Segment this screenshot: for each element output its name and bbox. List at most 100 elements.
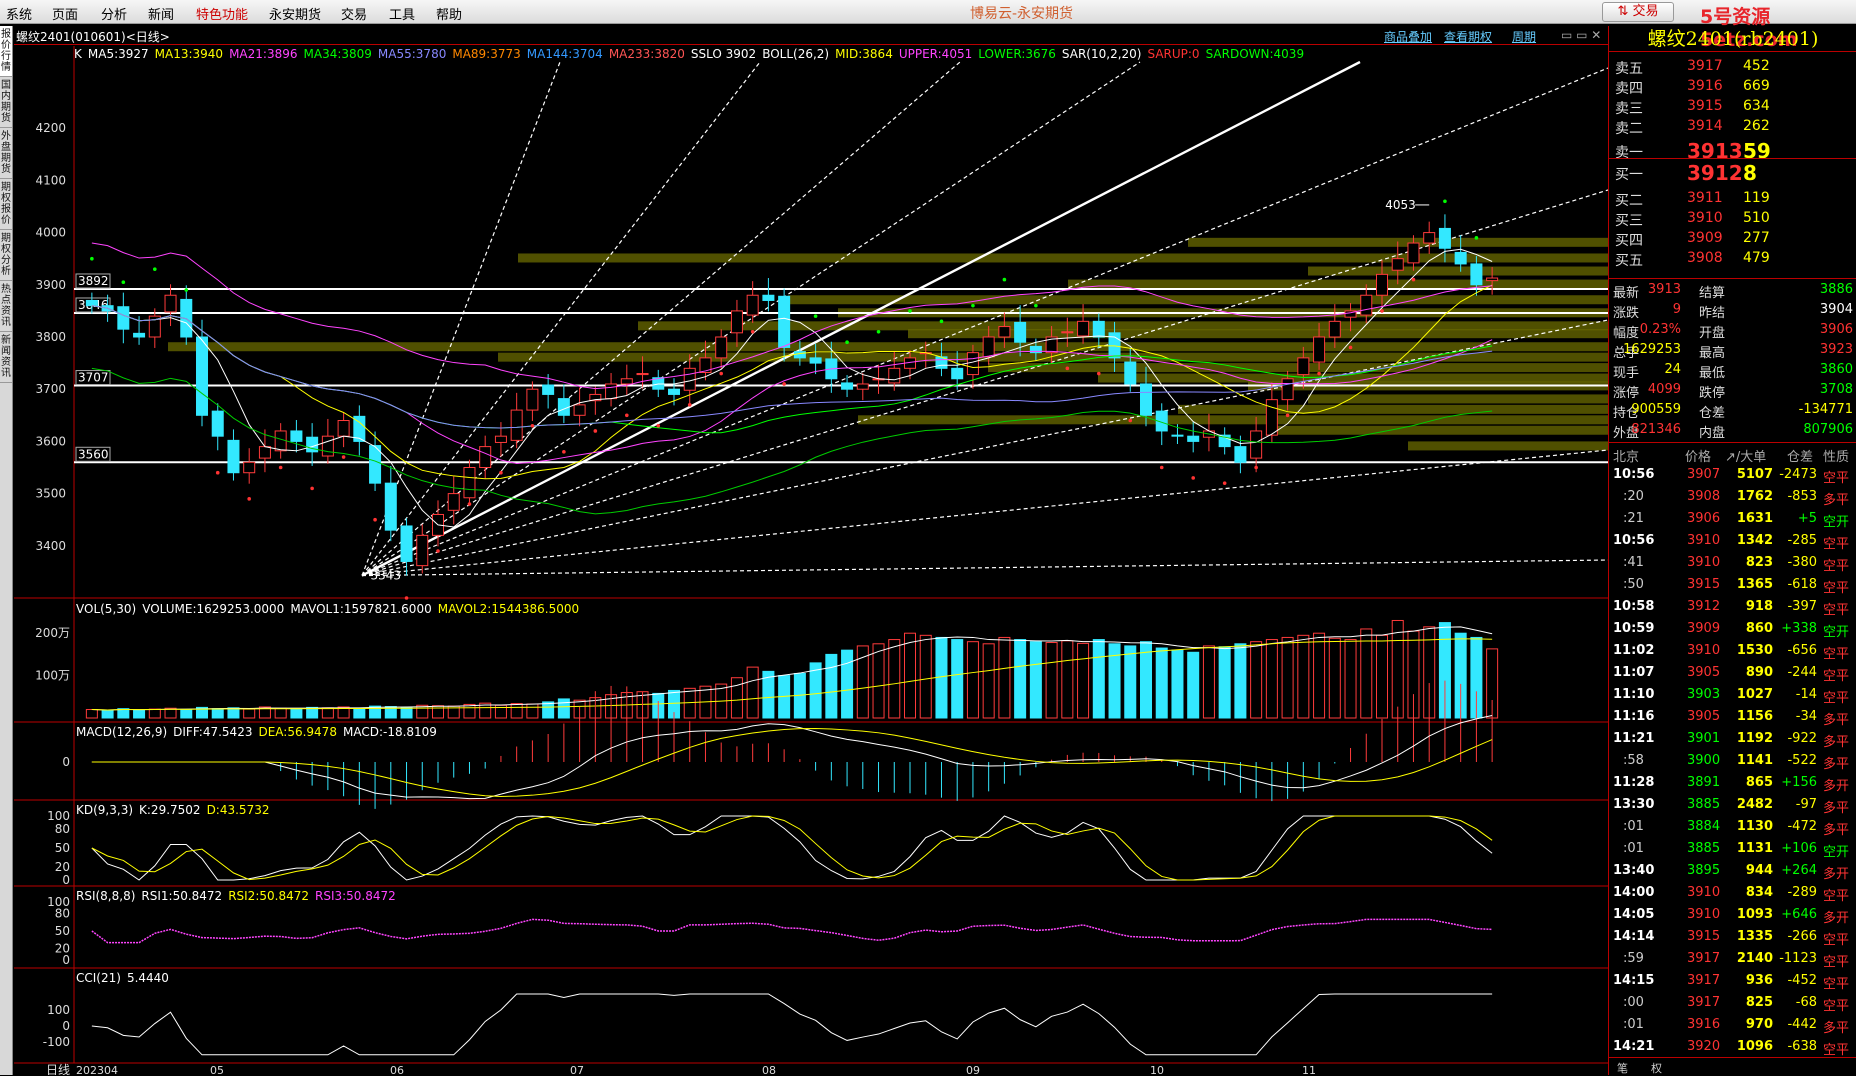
volume-bar bbox=[542, 701, 555, 719]
sar-dot bbox=[1159, 465, 1164, 470]
tick-nature: 空平 bbox=[1823, 603, 1850, 618]
tick-row: 13:40 3895 944 +264 多开 bbox=[1609, 860, 1856, 882]
tick-row: 10:59 3909 860 +338 空开 bbox=[1609, 618, 1856, 640]
ask-price: 3913 bbox=[1687, 139, 1743, 163]
volume-bar bbox=[1092, 639, 1105, 719]
candle-body bbox=[998, 326, 1011, 338]
high-label: 4053 bbox=[1385, 198, 1416, 212]
volume-profile-bar bbox=[1268, 425, 1608, 435]
trade-button-label: 交易 bbox=[1632, 4, 1659, 19]
tick-nature: 空平 bbox=[1823, 537, 1850, 552]
candle-body bbox=[369, 445, 382, 484]
bid-label: 买二 bbox=[1615, 193, 1643, 209]
tick-volume: 936 bbox=[1745, 973, 1773, 988]
tick-oi-change: +338 bbox=[1781, 621, 1817, 636]
fan-line bbox=[361, 60, 1361, 577]
sar-dot bbox=[90, 256, 94, 261]
stat-label: 跌停 bbox=[1699, 386, 1726, 401]
tick-row: 14:05 3910 1093 +646 多开 bbox=[1609, 904, 1856, 926]
tick-time: :21 bbox=[1623, 511, 1644, 526]
ask-row: 卖四 3916 669 bbox=[1609, 76, 1856, 97]
volume-bar bbox=[1218, 646, 1231, 719]
tick-volume: 823 bbox=[1745, 555, 1773, 570]
volume-bar bbox=[321, 707, 334, 719]
price-tick: 4100 bbox=[35, 173, 66, 187]
tab-ticks[interactable]: 笔 bbox=[1617, 1060, 1628, 1076]
volume-bar bbox=[243, 708, 256, 719]
tick-header-cell: 价格 bbox=[1685, 450, 1712, 465]
trade-icon: ⇅ bbox=[1617, 4, 1629, 19]
volume-bar bbox=[1124, 645, 1137, 719]
volume-bar bbox=[872, 643, 885, 719]
sar-dot bbox=[404, 596, 409, 600]
candle-body bbox=[479, 446, 492, 468]
candle-body bbox=[290, 430, 303, 442]
volume-bar bbox=[1171, 649, 1184, 719]
volume-bar bbox=[133, 709, 146, 719]
volume-bar bbox=[1234, 643, 1247, 719]
trade-button[interactable]: ⇅ 交易 bbox=[1602, 2, 1674, 22]
tick-oi-change: -2473 bbox=[1779, 467, 1817, 482]
tick-time: 14:14 bbox=[1613, 929, 1655, 944]
fan-line bbox=[361, 449, 1608, 577]
candle-body bbox=[778, 295, 791, 348]
tick-row: 10:56 3907 5107 -2473 空平 bbox=[1609, 464, 1856, 486]
ask-label: 卖一 bbox=[1615, 145, 1643, 161]
bid-label: 买三 bbox=[1615, 213, 1643, 229]
tab-rights[interactable]: 权 bbox=[1651, 1060, 1662, 1076]
sar-dot bbox=[153, 267, 157, 271]
kline-chart[interactable]: 4200 4100 4000 3900 3800 3700 3600 3500 3400 3892… bbox=[0, 0, 1608, 1075]
sar-dot bbox=[436, 549, 440, 553]
tick-oi-change: -285 bbox=[1787, 533, 1817, 548]
volume-bar bbox=[353, 707, 366, 719]
tick-nature: 多平 bbox=[1823, 713, 1850, 728]
candle-body bbox=[636, 373, 649, 376]
kd-tick: 80 bbox=[55, 822, 70, 836]
tick-time: :59 bbox=[1623, 951, 1644, 966]
tick-oi-change: -472 bbox=[1787, 819, 1817, 834]
candle-body bbox=[557, 398, 570, 416]
sar-dot bbox=[750, 329, 755, 334]
kd-tick: 50 bbox=[55, 841, 70, 855]
date-axis-label: 日线 bbox=[46, 1063, 70, 1075]
macd-diff-line bbox=[91, 714, 1493, 800]
sar-dot bbox=[656, 423, 661, 428]
candle-body bbox=[85, 299, 98, 307]
sar-dot bbox=[310, 486, 314, 491]
tick-time: 14:15 bbox=[1613, 973, 1655, 988]
candle-body bbox=[510, 409, 523, 441]
quote-title: 螺纹2401(rb2401) bbox=[1609, 26, 1856, 52]
sar-dot bbox=[908, 309, 912, 313]
sar-dot bbox=[1128, 418, 1133, 423]
volume-profile-bar bbox=[908, 329, 1608, 339]
volume-bar bbox=[85, 709, 98, 719]
tick-time: :00 bbox=[1623, 995, 1644, 1010]
tick-row: 13:30 3885 2482 -97 多平 bbox=[1609, 794, 1856, 816]
candle-body bbox=[1375, 273, 1389, 296]
tick-price: 3917 bbox=[1687, 973, 1721, 988]
stat-row: 最新 3913 结算 3886 bbox=[1609, 280, 1856, 301]
tick-time: :01 bbox=[1623, 841, 1644, 856]
price-tick: 3800 bbox=[35, 330, 66, 344]
candle-body bbox=[1313, 336, 1326, 363]
tick-volume: 1762 bbox=[1736, 489, 1773, 504]
tick-oi-change: -1123 bbox=[1779, 951, 1817, 966]
tick-time: :20 bbox=[1623, 489, 1644, 504]
volume-bar bbox=[1061, 640, 1074, 719]
sar-dot bbox=[845, 340, 849, 345]
volume-bar bbox=[1344, 639, 1357, 719]
tick-time: 11:10 bbox=[1613, 687, 1655, 702]
candle-body bbox=[227, 439, 240, 474]
ask-row: 卖一 3913 59 bbox=[1609, 139, 1856, 163]
sar-dot bbox=[278, 465, 283, 470]
stat-value: 3860 bbox=[1819, 362, 1853, 377]
volume-bar bbox=[1281, 636, 1294, 719]
tick-time: 11:07 bbox=[1613, 665, 1655, 680]
tick-time: 10:56 bbox=[1613, 467, 1655, 482]
tick-row: 11:16 3905 1156 -34 多平 bbox=[1609, 706, 1856, 728]
ask-label: 卖二 bbox=[1615, 121, 1643, 137]
ask-price: 3916 bbox=[1687, 78, 1723, 94]
tick-row: 14:14 3915 1335 -266 空平 bbox=[1609, 926, 1856, 948]
tick-oi-change: -266 bbox=[1787, 929, 1817, 944]
tick-time: 14:21 bbox=[1613, 1039, 1655, 1054]
